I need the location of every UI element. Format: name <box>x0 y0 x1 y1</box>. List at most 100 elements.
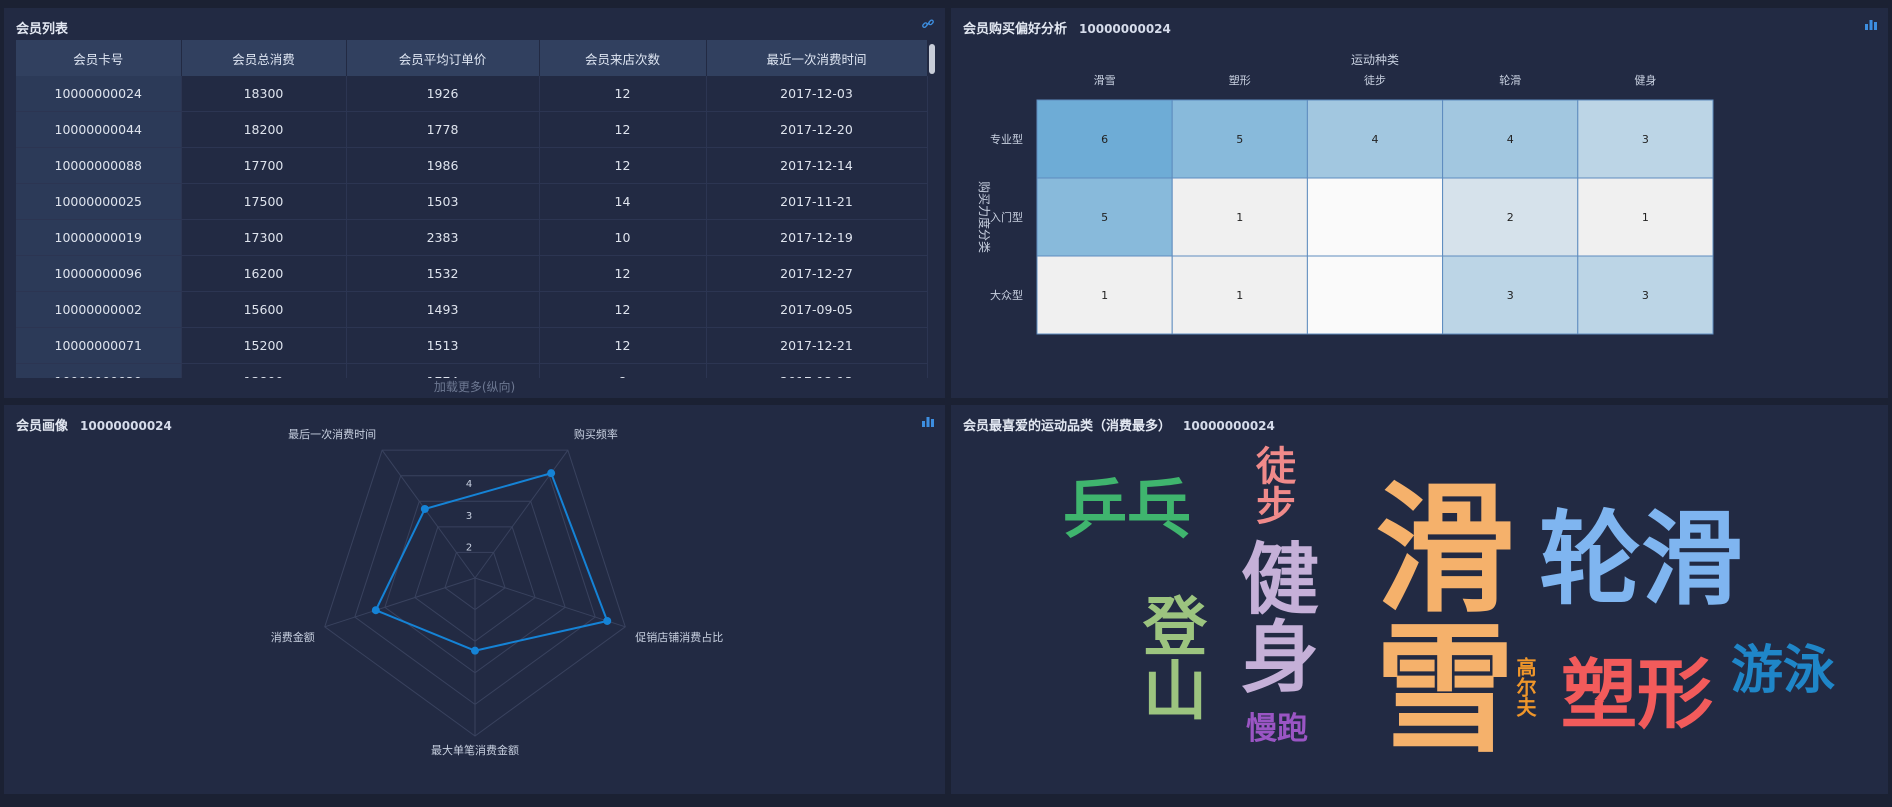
cell-value-label: 3 <box>1642 289 1649 302</box>
heatmap-chart: 运动种类购买力度分类6 5 4 4 35 1 2 11 1 3 3滑雪 塑形 徒步 轮滑 健身专业型入门型大… <box>977 53 1714 335</box>
table-row[interactable]: 10000000024 18300 1926 12 2017-12-03 <box>16 76 928 112</box>
table-cell: 2017-12-03 <box>706 76 928 112</box>
table-cell: 1986 <box>346 147 540 184</box>
table-cell: 18300 <box>181 76 347 112</box>
word-pingpong[interactable]: 乒乓 <box>1063 479 1191 543</box>
column-header-avg-order[interactable]: 会员平均订单价 <box>346 40 540 76</box>
radar-indicator-label: 促销店铺消费占比 <box>635 630 723 644</box>
cell-value-label: 1 <box>1236 289 1243 302</box>
member-list-panel: 会员列表 会员卡号 会员总消费 会员平均订单价 会员来店次数 最近一次消费时间 … <box>4 8 945 398</box>
table-cell: 12 <box>539 255 707 292</box>
panel-title: 会员最喜爱的运动品类（消费最多） 10000000024 <box>963 415 1275 434</box>
scrollbar-thumb[interactable] <box>929 44 935 74</box>
word-fitness[interactable]: 健身 <box>1228 538 1318 694</box>
table-cell: 1503 <box>346 183 540 220</box>
radar-scale-label: 2 <box>466 542 472 553</box>
cell-value-label: 1 <box>1642 211 1649 224</box>
table-cell: 2017-12-14 <box>706 147 928 184</box>
y-tick-label: 大众型 <box>990 288 1023 302</box>
radar-chart: 2 3 4 购买频率促销店铺消费占比最大单笔消费金额 消费金额 最后一次消费时间 <box>271 427 724 757</box>
radar-indicator-label: 消费金额 <box>271 630 315 644</box>
x-tick-label: 轮滑 <box>1499 73 1521 87</box>
cell-value-label: 6 <box>1101 133 1108 146</box>
word-skating[interactable]: 轮滑 <box>1539 510 1743 612</box>
table-cell: 17700 <box>181 147 347 184</box>
radar-indicator-label: 最大单笔消费金额 <box>431 743 519 757</box>
table-row[interactable]: 10000000019 17300 2383 10 2017-12-19 <box>16 219 928 256</box>
table-cell: 2017-09-05 <box>706 291 928 328</box>
panel-title: 会员列表 <box>16 22 69 37</box>
radar-data-point <box>371 606 380 615</box>
table-cell: 8 <box>539 363 707 378</box>
table-cell: 12 <box>539 111 707 148</box>
radar-data-point <box>420 504 429 513</box>
table-row[interactable]: 10000000002 15600 1493 12 2017-09-05 <box>16 291 928 328</box>
radar-data-point <box>471 646 479 655</box>
word-climbing[interactable]: 登山 <box>1132 593 1206 721</box>
table-row[interactable]: 1000000002913800177482017-12-13 <box>16 363 928 378</box>
word-ski[interactable]: 滑雪 <box>1351 475 1514 755</box>
table-cell: 12 <box>539 327 707 364</box>
cell-value-label: 1 <box>1101 289 1108 302</box>
table-cell: 1493 <box>346 291 540 328</box>
table-row[interactable]: 10000000088 17700 1986 12 2017-12-14 <box>16 147 928 184</box>
favorite-category-panel: 会员最喜爱的运动品类（消费最多） 10000000024 滑雪 轮滑 健身 登山 … <box>951 405 1888 794</box>
link-icon[interactable] <box>921 17 935 31</box>
radar-axis-line <box>474 577 626 628</box>
radar-scale-label: 3 <box>466 511 472 522</box>
table-cell: 1926 <box>346 76 540 112</box>
table-cell: 18200 <box>181 111 347 148</box>
cell-value-label: 5 <box>1101 211 1108 224</box>
y-tick-label: 专业型 <box>990 132 1023 146</box>
word-golf[interactable]: 高尔夫 <box>1513 657 1537 717</box>
radar-axis-line <box>474 449 569 579</box>
table-cell: 17300 <box>181 219 347 256</box>
column-header-card-no[interactable]: 会员卡号 <box>16 40 182 76</box>
table-header-row: 会员卡号 会员总消费 会员平均订单价 会员来店次数 最近一次消费时间 <box>16 40 928 76</box>
table-cell: 1778 <box>346 111 540 148</box>
table-cell: 2017-12-13 <box>706 363 928 378</box>
member-table: 会员卡号 会员总消费 会员平均订单价 会员来店次数 最近一次消费时间 10000… <box>16 40 928 378</box>
table-cell: 10000000025 <box>16 183 182 220</box>
cell-value-label: 4 <box>1372 133 1379 146</box>
table-cell: 1513 <box>346 327 540 364</box>
table-cell: 10000000002 <box>16 291 182 328</box>
table-cell: 10000000024 <box>16 76 182 112</box>
table-cell: 2017-12-19 <box>706 219 928 256</box>
table-cell: 12 <box>539 291 707 328</box>
x-tick-label: 塑形 <box>1229 73 1251 87</box>
table-scrollbar[interactable] <box>929 40 935 378</box>
table-cell: 13800 <box>181 363 347 378</box>
table-cell: 1774 <box>346 363 540 378</box>
table-cell: 10 <box>539 219 707 256</box>
table-cell: 12 <box>539 76 707 112</box>
table-cell: 15600 <box>181 291 347 328</box>
radar-series-line <box>374 471 609 652</box>
word-hiking[interactable]: 徒步 <box>1249 445 1295 525</box>
table-row[interactable]: 10000000096 16200 1532 12 2017-12-27 <box>16 255 928 292</box>
x-tick-label: 健身 <box>1634 73 1656 87</box>
word-swimming[interactable]: 游泳 <box>1731 645 1835 697</box>
table-cell: 10000000029 <box>16 363 182 378</box>
table-cell: 12 <box>539 147 707 184</box>
x-tick-label: 滑雪 <box>1094 74 1116 87</box>
word-shaping[interactable]: 塑形 <box>1561 657 1713 733</box>
column-header-visits[interactable]: 会员来店次数 <box>539 40 707 76</box>
x-tick-label: 徒步 <box>1364 73 1386 87</box>
table-row[interactable]: 10000000044 18200 1778 12 2017-12-20 <box>16 111 928 148</box>
table-row[interactable]: 10000000071 15200 1513 12 2017-12-21 <box>16 327 928 364</box>
word-jogging[interactable]: 慢跑 <box>1246 714 1308 745</box>
x-axis-label: 运动种类 <box>1351 53 1399 67</box>
table-cell: 2017-12-20 <box>706 111 928 148</box>
cell-value-label: 3 <box>1642 133 1649 146</box>
column-header-total-spend[interactable]: 会员总消费 <box>181 40 347 76</box>
heatmap-cell <box>1306 177 1444 257</box>
load-more-link[interactable]: 加载更多(纵向) <box>4 378 945 395</box>
table-cell: 10000000088 <box>16 147 182 184</box>
table-row[interactable]: 10000000025 17500 1503 14 2017-11-21 <box>16 183 928 220</box>
cell-value-label: 3 <box>1507 289 1514 302</box>
heatmap-cell <box>1306 255 1444 335</box>
column-header-last-purchase[interactable]: 最近一次消费时间 <box>706 40 928 76</box>
cell-value-label: 5 <box>1236 133 1243 146</box>
table-cell: 10000000071 <box>16 327 182 364</box>
